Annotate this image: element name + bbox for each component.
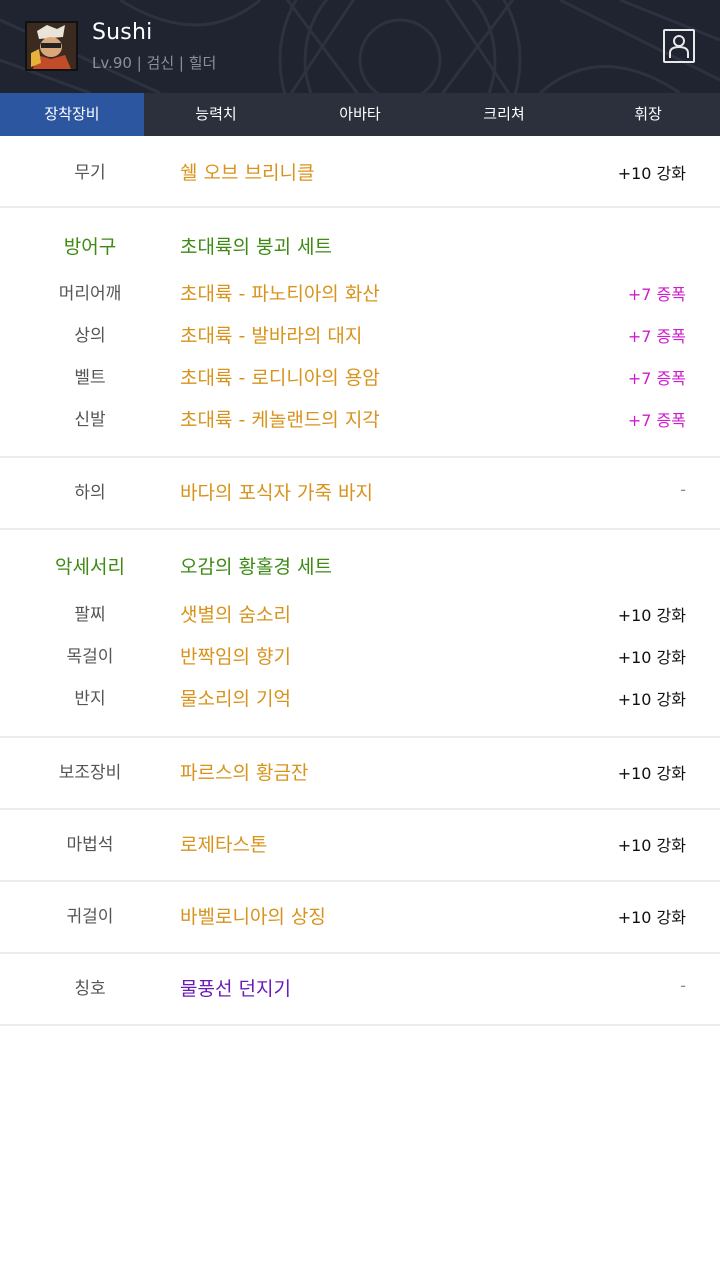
amplify-value: +7 증폭 xyxy=(627,285,686,304)
tab-creature[interactable]: 크리쳐 xyxy=(432,93,576,136)
upgrade-value: +10 강화 xyxy=(617,648,686,667)
tab-equipment[interactable]: 장착장비 xyxy=(0,93,144,136)
upgrade-value: +10 강화 xyxy=(617,836,686,855)
armor-section: 방어구 초대륙의 붕괴 세트 머리어깨 초대륙 - 파노티아의 화산 +7 증폭… xyxy=(0,208,720,458)
item-name: 물풍선 던지기 xyxy=(180,978,291,1000)
slot-label: 신발 xyxy=(74,410,106,430)
character-level-class-server: Lv.90 | 검신 | 힐더 xyxy=(92,54,217,72)
item-name: 초대륙 - 파노티아의 화산 xyxy=(180,283,380,305)
upgrade-value: - xyxy=(680,976,686,995)
tab-bar: 장착장비 능력치 아바타 크리쳐 휘장 xyxy=(0,93,720,136)
equipment-row-ring[interactable]: 반지 물소리의 기억 +10 강화 xyxy=(0,684,720,714)
upgrade-value: +10 강화 xyxy=(617,908,686,927)
item-name: 초대륙 - 발바라의 대지 xyxy=(180,325,363,347)
equipment-row-pants[interactable]: 하의 바다의 포식자 가죽 바지 - xyxy=(0,478,720,508)
equipment-row-sub[interactable]: 보조장비 파르스의 황금잔 +10 강화 xyxy=(0,758,720,788)
pants-section: 하의 바다의 포식자 가죽 바지 - xyxy=(0,458,720,530)
item-name: 초대륙 - 로디니아의 용암 xyxy=(180,367,380,389)
set-header-armor: 방어구 초대륙의 붕괴 세트 xyxy=(0,232,720,262)
upgrade-value: +10 강화 xyxy=(617,764,686,783)
equipment-row-top[interactable]: 상의 초대륙 - 발바라의 대지 +7 증폭 xyxy=(0,321,720,351)
profile-button[interactable] xyxy=(663,29,695,63)
slot-label: 마법석 xyxy=(66,835,114,855)
slot-label: 팔찌 xyxy=(74,605,106,625)
amplify-value: +7 증폭 xyxy=(627,369,686,388)
category-label: 방어구 xyxy=(63,236,117,258)
set-name: 초대륙의 붕괴 세트 xyxy=(180,236,332,258)
tab-insignia[interactable]: 휘장 xyxy=(576,93,720,136)
equipment-row-earring[interactable]: 귀걸이 바벨로니아의 상징 +10 강화 xyxy=(0,902,720,932)
character-avatar xyxy=(25,21,78,71)
header-background-pattern xyxy=(0,0,720,93)
equipment-row-necklace[interactable]: 목걸이 반짝임의 향기 +10 강화 xyxy=(0,642,720,672)
slot-label: 귀걸이 xyxy=(66,907,114,927)
item-name: 샛별의 숨소리 xyxy=(180,604,291,626)
amplify-value: +7 증폭 xyxy=(627,327,686,346)
character-header: Sushi Lv.90 | 검신 | 힐더 xyxy=(0,0,720,93)
item-name: 물소리의 기억 xyxy=(180,688,291,710)
slot-label: 상의 xyxy=(74,326,106,346)
equipment-row-belt[interactable]: 벨트 초대륙 - 로디니아의 용암 +7 증폭 xyxy=(0,363,720,393)
item-name: 반짝임의 향기 xyxy=(180,646,291,668)
item-name: 로제타스톤 xyxy=(180,834,268,856)
character-portrait-icon xyxy=(27,23,76,69)
upgrade-value: +10 강화 xyxy=(617,690,686,709)
category-label: 악세서리 xyxy=(55,556,125,578)
slot-label: 하의 xyxy=(74,483,106,503)
accessory-section: 악세서리 오감의 황홀경 세트 팔찌 샛별의 숨소리 +10 강화 목걸이 반짝… xyxy=(0,530,720,738)
tab-avatar[interactable]: 아바타 xyxy=(288,93,432,136)
title-section: 칭호 물풍선 던지기 - xyxy=(0,954,720,1026)
upgrade-value: +10 강화 xyxy=(617,164,686,183)
upgrade-value: +10 강화 xyxy=(617,606,686,625)
upgrade-value: - xyxy=(680,480,686,499)
equipment-row-magicstone[interactable]: 마법석 로제타스톤 +10 강화 xyxy=(0,830,720,860)
tab-stats[interactable]: 능력치 xyxy=(144,93,288,136)
magicstone-section: 마법석 로제타스톤 +10 강화 xyxy=(0,810,720,882)
slot-label: 보조장비 xyxy=(58,763,122,783)
slot-label: 벨트 xyxy=(74,368,106,388)
equipment-row-shoulder[interactable]: 머리어깨 초대륙 - 파노티아의 화산 +7 증폭 xyxy=(0,279,720,309)
set-header-accessory: 악세서리 오감의 황홀경 세트 xyxy=(0,552,720,582)
slot-label: 반지 xyxy=(74,689,106,709)
equipment-row-shoes[interactable]: 신발 초대륙 - 케놀랜드의 지각 +7 증폭 xyxy=(0,405,720,435)
earring-section: 귀걸이 바벨로니아의 상징 +10 강화 xyxy=(0,882,720,954)
sub-equipment-section: 보조장비 파르스의 황금잔 +10 강화 xyxy=(0,738,720,810)
item-name: 파르스의 황금잔 xyxy=(180,762,309,784)
item-name: 쉘 오브 브리니클 xyxy=(180,162,315,184)
equipment-row-bracelet[interactable]: 팔찌 샛별의 숨소리 +10 강화 xyxy=(0,600,720,630)
slot-label: 목걸이 xyxy=(66,647,114,667)
set-name: 오감의 황홀경 세트 xyxy=(180,556,332,578)
slot-label: 칭호 xyxy=(74,979,106,999)
weapon-section: 무기 쉘 오브 브리니클 +10 강화 xyxy=(0,136,720,208)
slot-label: 머리어깨 xyxy=(58,284,122,304)
item-name: 바다의 포식자 가죽 바지 xyxy=(180,482,373,504)
item-name: 바벨로니아의 상징 xyxy=(180,906,326,928)
slot-label: 무기 xyxy=(74,163,106,183)
equipment-row-title[interactable]: 칭호 물풍선 던지기 - xyxy=(0,974,720,1004)
user-icon xyxy=(669,35,689,58)
item-name: 초대륙 - 케놀랜드의 지각 xyxy=(180,409,380,431)
amplify-value: +7 증폭 xyxy=(627,411,686,430)
equipment-row-weapon[interactable]: 무기 쉘 오브 브리니클 +10 강화 xyxy=(0,158,720,188)
character-name: Sushi xyxy=(92,20,153,45)
